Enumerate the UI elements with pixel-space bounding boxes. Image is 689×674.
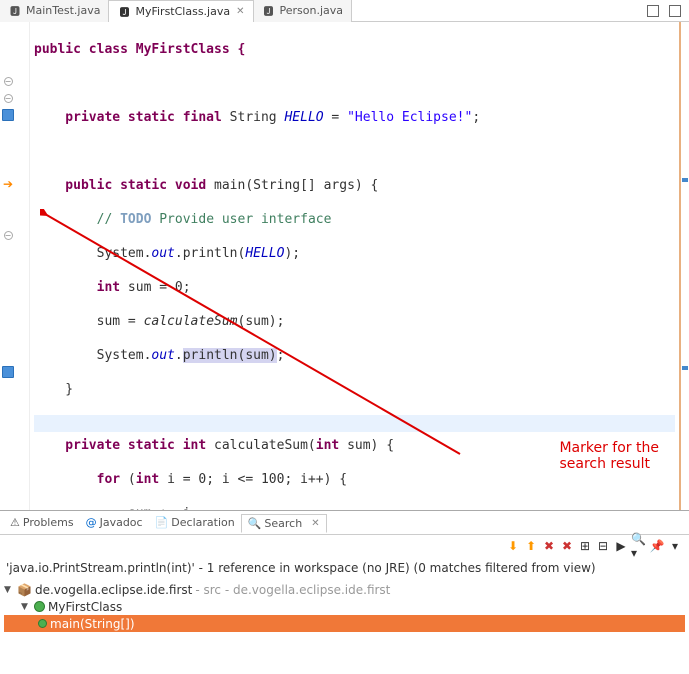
code-content[interactable]: public class MyFirstClass { private stat…: [30, 22, 679, 510]
bottom-panel: ⚠Problems @Javadoc 📄Declaration 🔍Search✕…: [0, 510, 689, 674]
tab-problems[interactable]: ⚠Problems: [4, 514, 80, 531]
minimize-icon[interactable]: [647, 5, 659, 17]
task-marker-icon[interactable]: [2, 366, 14, 378]
current-line-highlight: [34, 415, 675, 432]
code-text: public class MyFirstClass {: [34, 42, 245, 57]
tab-label: MyFirstClass.java: [135, 5, 230, 18]
annotation-label: Marker for the search result: [559, 440, 659, 472]
tab-declaration[interactable]: 📄Declaration: [149, 514, 241, 531]
search-results-tree[interactable]: ▼ 📦 de.vogella.eclipse.ide.first - src -…: [0, 579, 689, 634]
search-marker-icon[interactable]: ➔: [2, 178, 14, 190]
tree-row-method[interactable]: main(String[]): [4, 615, 685, 632]
javadoc-icon: @: [86, 516, 97, 529]
pin-icon[interactable]: 📌: [649, 538, 665, 554]
next-match-icon[interactable]: ⬇: [505, 538, 521, 554]
class-icon: [34, 601, 45, 612]
problems-icon: ⚠: [10, 516, 20, 529]
declaration-icon: 📄: [155, 516, 169, 529]
expand-all-icon[interactable]: ⊞: [577, 538, 593, 554]
tree-row-package[interactable]: ▼ 📦 de.vogella.eclipse.ide.first - src -…: [4, 581, 685, 598]
fold-icon[interactable]: −: [4, 231, 13, 240]
tab-search[interactable]: 🔍Search✕: [241, 514, 327, 533]
history-icon[interactable]: 🔍▾: [631, 538, 647, 554]
expand-toggle-icon[interactable]: ▼: [21, 602, 31, 612]
ruler-mark[interactable]: [682, 178, 688, 182]
gutter[interactable]: − − ➔ −: [0, 22, 30, 510]
search-summary: 'java.io.PrintStream.println(int)' - 1 r…: [0, 557, 689, 579]
fold-icon[interactable]: −: [4, 94, 13, 103]
remove-all-icon[interactable]: ✖: [559, 538, 575, 554]
java-file-icon: 🅹: [8, 4, 22, 18]
expand-toggle-icon[interactable]: ▼: [4, 585, 14, 595]
java-file-icon: 🅹: [262, 4, 276, 18]
editor-tab-bar: 🅹 MainTest.java 🅹 MyFirstClass.java ✕ 🅹 …: [0, 0, 689, 22]
editor-body: − − ➔ − public class MyFirstClass { priv…: [0, 22, 689, 510]
menu-icon[interactable]: ▾: [667, 538, 683, 554]
search-icon: 🔍: [248, 517, 262, 530]
java-file-icon: 🅹: [117, 4, 131, 18]
fold-icon[interactable]: −: [4, 77, 13, 86]
ruler-mark[interactable]: [682, 366, 688, 370]
package-icon: 📦: [17, 583, 32, 597]
tab-myfirstclass[interactable]: 🅹 MyFirstClass.java ✕: [109, 0, 253, 22]
method-icon: [38, 619, 47, 628]
search-toolbar: ⬇ ⬆ ✖ ✖ ⊞ ⊟ ▶ 🔍▾ 📌 ▾: [0, 535, 689, 557]
remove-match-icon[interactable]: ✖: [541, 538, 557, 554]
close-icon[interactable]: ✕: [311, 518, 319, 529]
tree-row-class[interactable]: ▼ MyFirstClass: [4, 598, 685, 615]
task-marker-icon[interactable]: [2, 109, 14, 121]
tab-label: Person.java: [280, 4, 344, 17]
window-controls: [647, 5, 689, 17]
editor-area: 🅹 MainTest.java 🅹 MyFirstClass.java ✕ 🅹 …: [0, 0, 689, 510]
tab-javadoc[interactable]: @Javadoc: [80, 514, 149, 531]
tab-person[interactable]: 🅹 Person.java: [254, 0, 353, 22]
collapse-all-icon[interactable]: ⊟: [595, 538, 611, 554]
prev-match-icon[interactable]: ⬆: [523, 538, 539, 554]
tab-label: MainTest.java: [26, 4, 100, 17]
overview-ruler[interactable]: [679, 22, 689, 510]
tab-maintest[interactable]: 🅹 MainTest.java: [0, 0, 109, 22]
close-icon[interactable]: ✕: [236, 6, 244, 17]
run-search-icon[interactable]: ▶: [613, 538, 629, 554]
bottom-tab-bar: ⚠Problems @Javadoc 📄Declaration 🔍Search✕: [0, 511, 689, 535]
maximize-icon[interactable]: [669, 5, 681, 17]
